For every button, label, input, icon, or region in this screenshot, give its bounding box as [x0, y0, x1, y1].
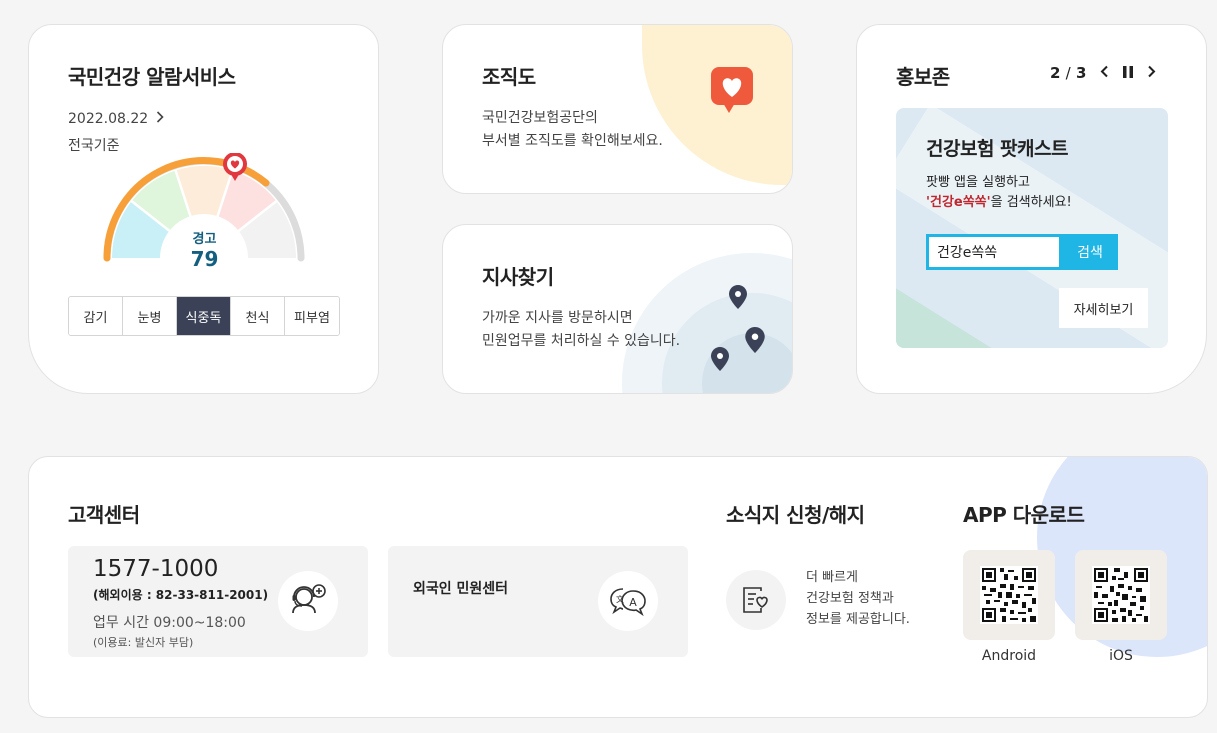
- alarm-date-link[interactable]: 2022.08.22: [68, 111, 164, 127]
- banner-decoration: [896, 261, 1023, 348]
- promo-more-button[interactable]: 자세히보기: [1059, 288, 1148, 328]
- svg-text:文: 文: [616, 594, 624, 604]
- qr-code-icon: [980, 566, 1038, 624]
- map-pin-icon: [729, 285, 747, 309]
- gauge-status-label: 경고: [192, 232, 217, 247]
- promo-search-field[interactable]: 건강e쏙쏙: [926, 234, 1062, 270]
- chevron-left-icon[interactable]: [1100, 63, 1109, 82]
- customer-center-title: 고객센터: [68, 503, 140, 527]
- chevron-right-icon[interactable]: [1147, 63, 1156, 82]
- branch-desc-line2: 민원업무를 처리하실 수 있습니다.: [482, 333, 681, 349]
- gauge-status-value: 79: [190, 247, 219, 271]
- bottom-service-panel: 고객센터 1577-1000 (해외이용 : 82-33-811-2001) 업…: [28, 456, 1208, 718]
- promo-desc-line1: 팟빵 앱을 실행하고: [926, 175, 1030, 190]
- org-chart-card[interactable]: 조직도 국민건강보험공단의 부서별 조직도를 확인해보세요.: [442, 24, 793, 194]
- promo-search-button[interactable]: 검색: [1062, 234, 1118, 270]
- tab-food-poisoning[interactable]: 식중독: [177, 297, 231, 335]
- heart-bubble-icon: [711, 67, 753, 113]
- map-pin-icon: [711, 347, 729, 371]
- tab-dermatitis[interactable]: 피부염: [285, 297, 339, 335]
- promo-banner-title: 건강보험 팟캐스트: [926, 138, 1068, 160]
- newsletter-desc: 더 빠르게 건강보험 정책과 정보를 제공합니다.: [806, 567, 910, 630]
- promo-pager: 2 / 3: [1050, 63, 1156, 82]
- health-alarm-card: 국민건강 알람서비스 2022.08.22 전국기준 경고 79 감기 눈병 식…: [28, 24, 379, 394]
- qr-code-icon: [1092, 566, 1150, 624]
- android-label: Android: [981, 648, 1037, 664]
- org-chart-desc: 국민건강보험공단의 부서별 조직도를 확인해보세요.: [482, 107, 663, 153]
- promo-highlight: '건강e쏙쏙': [926, 195, 991, 210]
- newsletter-icon[interactable]: [726, 570, 786, 630]
- android-qr-code[interactable]: [963, 550, 1055, 640]
- customer-phone-box[interactable]: 1577-1000 (해외이용 : 82-33-811-2001) 업무 시간 …: [68, 546, 368, 657]
- map-pin-icon: [745, 327, 765, 353]
- org-chart-title: 조직도: [482, 65, 536, 89]
- app-download-title: APP 다운로드: [963, 503, 1085, 527]
- customer-hours: 업무 시간 09:00~18:00: [93, 615, 246, 631]
- branch-finder-title: 지사찾기: [482, 265, 554, 289]
- org-desc-line2: 부서별 조직도를 확인해보세요.: [482, 133, 663, 149]
- customer-fee-note: (이용료: 발신자 부담): [93, 636, 194, 649]
- news-line3: 정보를 제공합니다.: [806, 612, 910, 627]
- alarm-date-text: 2022.08.22: [68, 111, 149, 127]
- news-line2: 건강보험 정책과: [806, 591, 894, 606]
- translate-icon: A 文: [598, 571, 658, 631]
- foreign-center-label: 외국인 민원센터: [413, 581, 509, 597]
- promo-page-current: 2: [1050, 63, 1061, 82]
- tab-eye-disease[interactable]: 눈병: [123, 297, 177, 335]
- alarm-region: 전국기준: [68, 138, 120, 154]
- promo-desc-line2: 을 검색하세요!: [990, 195, 1072, 210]
- promo-zone-card: 홍보존 2 / 3 건강보험 팟캐스트 팟빵 앱을 실행하고 '건강e쏙쏙'을 …: [856, 24, 1207, 394]
- svg-text:A: A: [629, 596, 637, 609]
- newsletter-title: 소식지 신청/해지: [726, 503, 865, 527]
- customer-phone-number: 1577-1000: [93, 556, 219, 582]
- headset-icon: [278, 571, 338, 631]
- branch-finder-desc: 가까운 지사를 방문하시면 민원업무를 처리하실 수 있습니다.: [482, 307, 680, 353]
- ios-label: iOS: [1109, 648, 1133, 664]
- disease-tab-group: 감기 눈병 식중독 천식 피부염: [68, 296, 340, 336]
- promo-page-total: 3: [1075, 63, 1087, 82]
- health-alarm-title: 국민건강 알람서비스: [68, 65, 236, 89]
- branch-desc-line1: 가까운 지사를 방문하시면: [482, 310, 633, 326]
- promo-banner-desc: 팟빵 앱을 실행하고 '건강e쏙쏙'을 검색하세요!: [926, 173, 1072, 213]
- pause-icon[interactable]: [1123, 63, 1134, 82]
- tab-asthma[interactable]: 천식: [231, 297, 285, 335]
- promo-banner[interactable]: 건강보험 팟캐스트 팟빵 앱을 실행하고 '건강e쏙쏙'을 검색하세요! 건강e…: [896, 108, 1168, 348]
- chevron-right-icon: [156, 111, 164, 127]
- org-desc-line1: 국민건강보험공단의: [482, 110, 598, 126]
- ios-qr-code[interactable]: [1075, 550, 1167, 640]
- promo-search: 건강e쏙쏙 검색: [926, 234, 1118, 270]
- news-line1: 더 빠르게: [806, 570, 858, 585]
- foreign-center-box[interactable]: 외국인 민원센터 A 文: [388, 546, 688, 657]
- promo-page-indicator: 2 / 3: [1050, 64, 1086, 82]
- customer-overseas-number: (해외이용 : 82-33-811-2001): [93, 588, 269, 602]
- branch-finder-card[interactable]: 지사찾기 가까운 지사를 방문하시면 민원업무를 처리하실 수 있습니다.: [442, 224, 793, 394]
- promo-page-sep: /: [1065, 63, 1071, 82]
- promo-zone-title: 홍보존: [896, 65, 950, 89]
- tab-cold[interactable]: 감기: [69, 297, 123, 335]
